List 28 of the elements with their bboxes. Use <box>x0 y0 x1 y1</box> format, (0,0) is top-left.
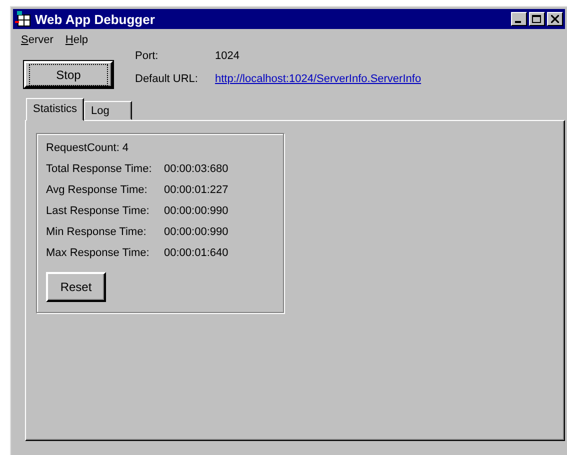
maximize-icon <box>532 14 542 24</box>
maximize-button[interactable] <box>529 12 545 26</box>
stop-button[interactable]: Stop <box>24 61 113 88</box>
minimize-button[interactable] <box>511 12 527 26</box>
tab[interactable]: Log <box>84 101 132 120</box>
app-icon <box>15 11 31 27</box>
menu-item[interactable]: Help <box>65 34 88 46</box>
stat-label: Avg Response Time: <box>46 184 148 196</box>
stat-label: Min Response Time: <box>46 226 148 238</box>
request-count: RequestCount: 4 <box>46 142 130 154</box>
url-link[interactable]: http://localhost:1024/ServerInfo.ServerInfo <box>215 73 422 88</box>
url-label: Default URL: <box>135 73 199 87</box>
window-title: Web App Debugger <box>35 12 156 26</box>
stat-label: Max Response Time: <box>46 247 150 259</box>
stat-value: 00:00:00:990 <box>164 205 230 217</box>
menu-item[interactable]: Server <box>21 34 54 46</box>
reset-button[interactable]: Reset <box>46 272 106 302</box>
stat-value: 00:00:00:990 <box>164 226 230 238</box>
close-icon <box>551 15 559 23</box>
stat-value: 00:00:03:680 <box>164 163 230 175</box>
port-value: 1024 <box>215 50 240 64</box>
port-label: Port: <box>135 50 160 64</box>
stat-label: Last Response Time: <box>46 205 150 217</box>
stat-value: 00:00:01:227 <box>164 184 230 196</box>
tab[interactable]: Statistics <box>26 98 84 121</box>
close-button[interactable] <box>547 12 563 26</box>
stat-label: Total Response Time: <box>46 163 153 175</box>
stat-value: 00:00:01:640 <box>164 247 230 259</box>
